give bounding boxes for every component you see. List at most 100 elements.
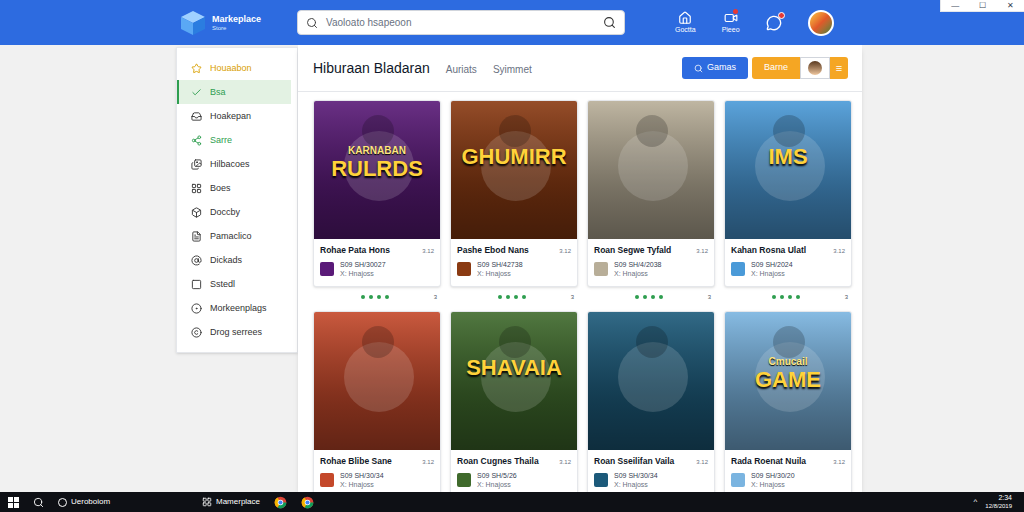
sidebar-item[interactable]: Drog serrees (177, 320, 297, 344)
game-card[interactable]: Rohae Blibe Sane3.12S09 SH/30/34X: Hnajo… (313, 311, 441, 492)
window-control-button[interactable]: — (947, 1, 963, 11)
card-badge: 3.12 (833, 247, 845, 255)
card-title: Roan Segwe Tyfald (594, 245, 671, 256)
tray-glyph[interactable]: ^ (974, 497, 978, 507)
sidebar-item-label: Houaabon (210, 63, 252, 74)
seller-thumb-icon (457, 473, 471, 487)
browser-icon[interactable] (301, 496, 314, 509)
card-seller: X: Hnajoss (477, 269, 523, 278)
search-field[interactable]: Vaoloato hsapeoon (297, 10, 625, 35)
card-meta: S09 SH/30/20X: Hnajoss (731, 471, 845, 489)
game-card[interactable]: KARNABANRULRDSRohae Pata Hons3.12S09 SH/… (313, 100, 441, 287)
chat-button[interactable] (766, 15, 782, 31)
art-title-text: Cmucail (769, 356, 808, 368)
sidebar-item[interactable]: Hoakepan (177, 104, 297, 128)
card-seller: X: Hnajoss (751, 269, 793, 278)
secondary-button[interactable]: Barne (752, 57, 800, 79)
rating-dots (498, 295, 526, 299)
sidebar-item-label: Bsa (210, 87, 226, 98)
game-card-wrapper: SHAVAIARoan Cugnes Thaila3.12S09 SH/5/26… (450, 311, 578, 492)
art-figure-head (499, 115, 531, 147)
game-art: KARNABANRULRDS (314, 101, 440, 239)
nav-item[interactable]: Pieeo (722, 11, 740, 34)
sidebar-item-label: Hoakepan (210, 111, 251, 122)
card-badge: 3.12 (696, 458, 708, 466)
panel-actions: GamasBarne ≡ (682, 57, 848, 79)
card-meta: S09 SH/30/34X: Hnajoss (320, 471, 434, 489)
sidebar-item[interactable]: Boes (177, 176, 297, 200)
sidebar-item[interactable]: Sstedl (177, 272, 297, 296)
game-card[interactable]: SHAVAIARoan Cugnes Thaila3.12S09 SH/5/26… (450, 311, 578, 492)
clock[interactable]: 2:3412/8/2019 (985, 494, 1012, 510)
game-card[interactable]: Roan Sseilifan Vaila3.12S09 SH/30/34X: H… (587, 311, 715, 492)
menu-glyph: ≡ (836, 62, 842, 74)
windows-icon[interactable] (8, 497, 19, 508)
card-code: S09 SH/30/20 (751, 471, 795, 480)
card-meta: S09 SH/30/34X: Hnajoss (594, 471, 708, 489)
sidebar-item[interactable]: Pamaclico (177, 224, 297, 248)
nav-item[interactable]: Goctta (675, 11, 696, 34)
sidebar-item[interactable]: Doccby (177, 200, 297, 224)
card-title: Rada Roenat Nuila (731, 456, 806, 467)
game-card[interactable]: GHUMIRRPashe Ebod Nans3.12S09 SH/42738X:… (450, 100, 578, 287)
card-seller: X: Hnajoss (340, 269, 386, 278)
game-card[interactable]: Roan Segwe Tyfald3.12S09 SH/4/2038X: Hna… (587, 100, 715, 287)
sidebar-item[interactable]: Sarre (177, 128, 297, 152)
taskbar-search[interactable]: Ueroboiom (58, 497, 188, 507)
sidebar-item[interactable]: Morkeenplags (177, 296, 297, 320)
rating-dot (643, 295, 647, 299)
art-title: KARNABANRULRDS (314, 145, 440, 181)
sidebar-item[interactable]: Houaabon (177, 56, 297, 80)
taskbar-app[interactable]: Mamerplace (202, 497, 260, 507)
game-card[interactable]: CmucailGAMERada Roenat Nuila3.12S09 SH/3… (724, 311, 852, 492)
nav-badge (733, 9, 738, 14)
chrome-icon[interactable] (274, 496, 287, 509)
home-icon (678, 11, 692, 25)
sidebar-item-label: Hilbacoes (210, 159, 250, 170)
logo[interactable]: MarkeplaceStore (180, 10, 297, 36)
card-meta: S09 SH/4/2038X: Hnajoss (594, 260, 708, 278)
game-card[interactable]: IMS Kahan Rosna Ulatl3.12S09 SH/2024X: Hn… (724, 100, 852, 287)
sidebar-item[interactable]: Dickads (177, 248, 297, 272)
tray: ^ 2:3412/8/2019 (974, 494, 1016, 510)
nav-label: Pieeo (722, 25, 740, 34)
sidebar-item-icon (191, 279, 202, 290)
taskbar-search-icon[interactable] (33, 497, 44, 508)
sidebar-item-icon (191, 231, 202, 242)
tab[interactable]: Auriats (446, 63, 477, 77)
logo-subtitle: Store (212, 24, 261, 32)
card-title-row: Roan Cugnes Thaila3.12 (457, 456, 571, 467)
tab[interactable]: Syimmet (493, 63, 532, 77)
card-rating: 3 (587, 287, 715, 307)
window-control-button[interactable]: ✕ (1003, 1, 1018, 11)
top-bar: MarkeplaceStoreVaoloato hsapeoon Goctta Pi… (0, 0, 1024, 45)
art-title-text: IMS (768, 145, 807, 169)
art-figure-head (773, 115, 805, 147)
game-art (588, 101, 714, 239)
sidebar-item-icon (191, 255, 202, 266)
rating-dot (651, 295, 655, 299)
sidebar-item-icon (191, 111, 202, 122)
menu-button[interactable]: ≡ (830, 57, 848, 79)
card-badge: 3.12 (833, 458, 845, 466)
seller-thumb-icon (731, 473, 745, 487)
avatar-icon[interactable] (808, 10, 834, 36)
window-control-button[interactable]: ☐ (975, 1, 990, 11)
logo-icon[interactable] (180, 10, 206, 36)
sidebar-item-icon (191, 159, 202, 170)
card-body: Roan Cugnes Thaila3.12S09 SH/5/26X: Hnaj… (451, 450, 577, 492)
main-panel: Hiburaan Bladaran Auriats Syimmet GamasBarn… (298, 45, 862, 492)
user-avatar-icon[interactable] (800, 57, 830, 79)
face-icon (808, 61, 822, 75)
card-body: Kahan Rosna Ulatl3.12S09 SH/2024X: Hnajo… (725, 239, 851, 286)
sidebar-item[interactable]: Bsa (177, 80, 291, 104)
tab[interactable]: Hiburaan Bladaran (313, 59, 430, 77)
card-row: KARNABANRULRDSRohae Pata Hons3.12S09 SH/… (313, 100, 862, 307)
games-button[interactable]: Gamas (682, 57, 748, 79)
sidebar-item[interactable]: Hilbacoes (177, 152, 297, 176)
search-icon (694, 64, 703, 73)
rating-dot (498, 295, 502, 299)
card-meta-text: S09 SH/30027X: Hnajoss (340, 260, 386, 278)
game-card-wrapper: GHUMIRRPashe Ebod Nans3.12S09 SH/42738X:… (450, 100, 578, 307)
search-submit-icon[interactable] (603, 16, 616, 29)
